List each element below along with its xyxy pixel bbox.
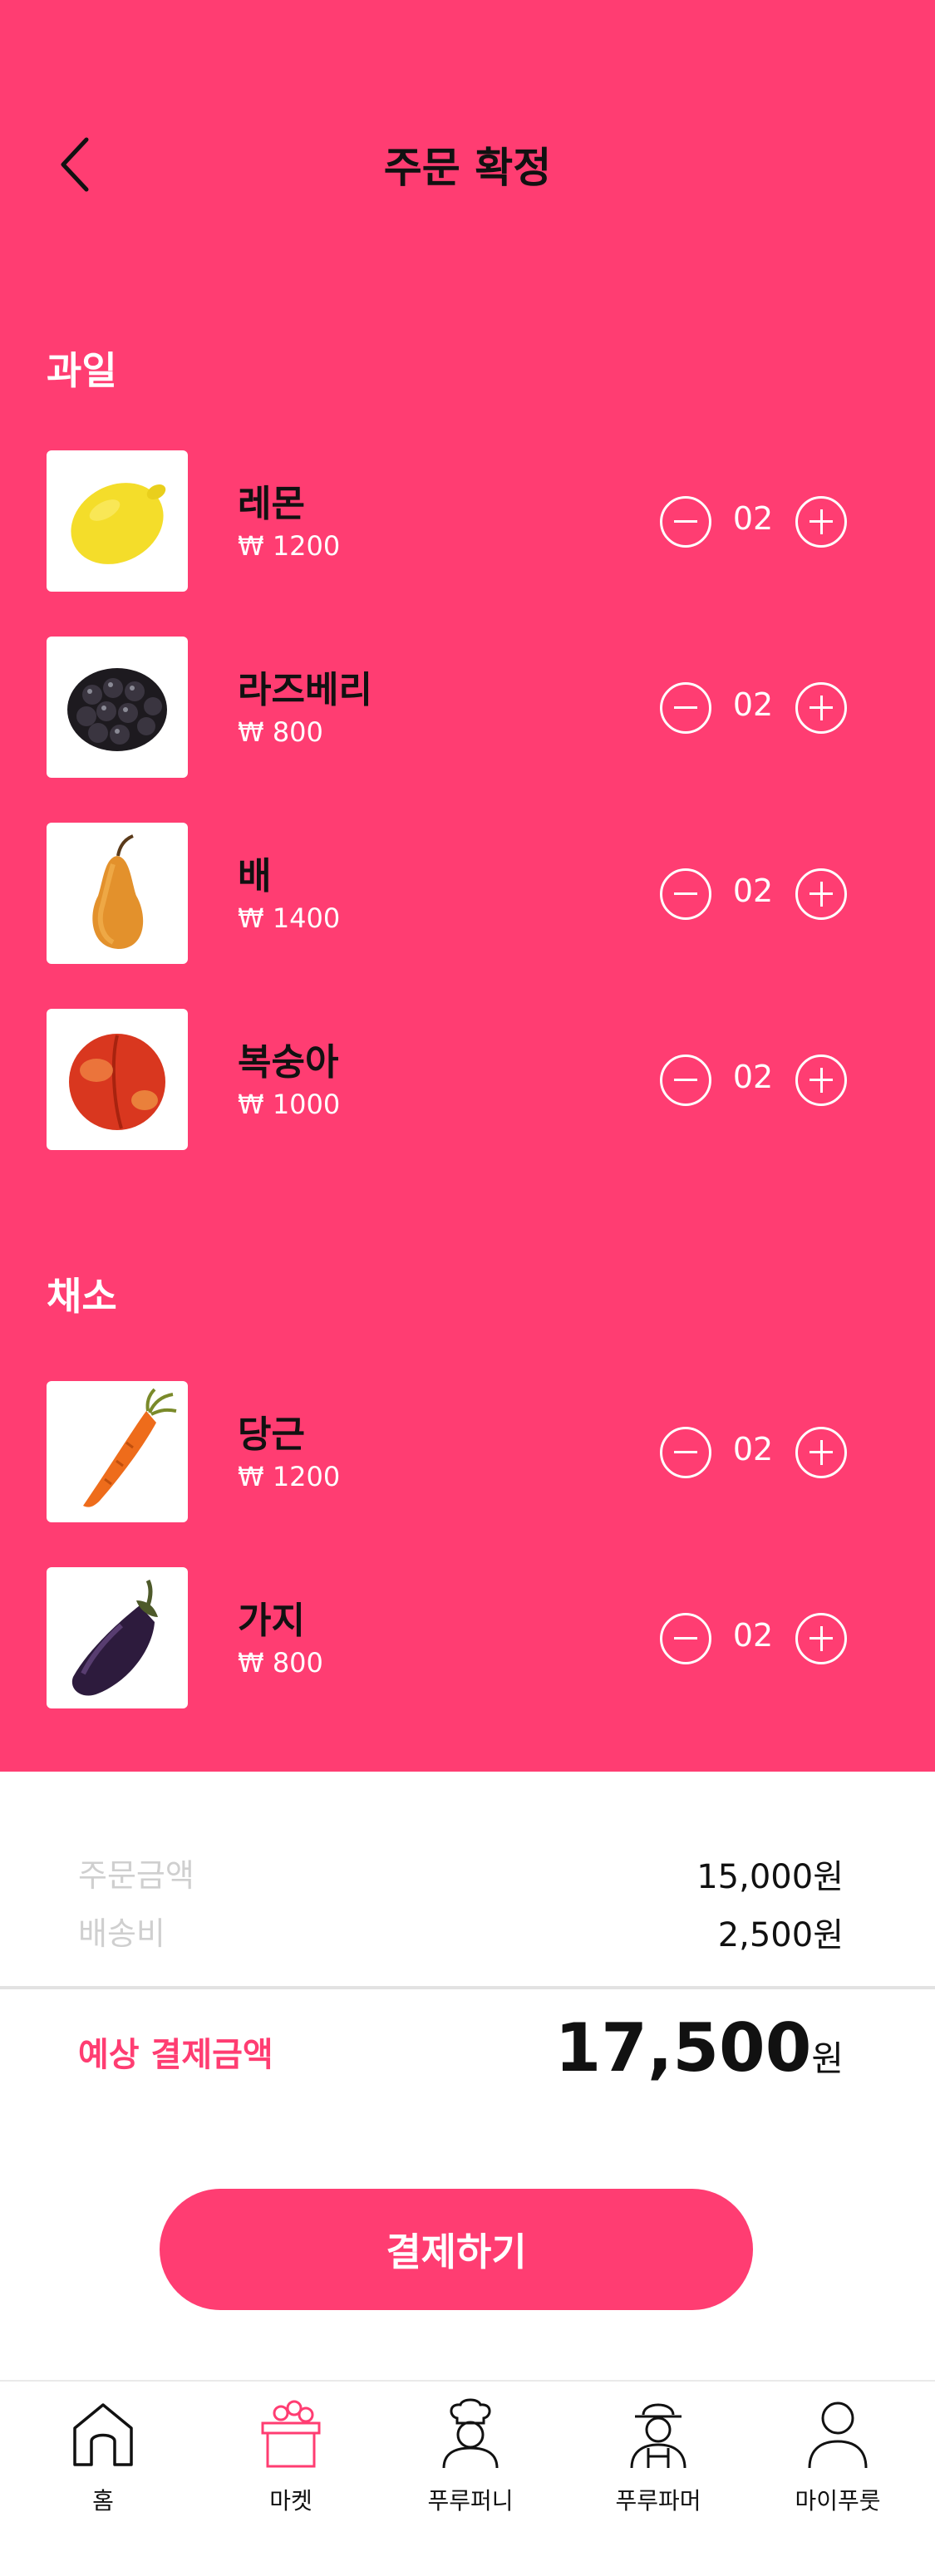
decrease-button[interactable]: [660, 1613, 711, 1664]
plus-icon-stroke: [819, 696, 823, 720]
section-title-vegetable: 채소: [47, 1274, 117, 1319]
decrease-button[interactable]: [660, 682, 711, 734]
nav-label: 마켓: [269, 2487, 312, 2515]
item-name: 레몬: [238, 483, 305, 525]
item-name: 복숭아: [238, 1041, 339, 1084]
pear-image: [47, 823, 188, 964]
peach-image: [47, 1009, 188, 1150]
expected-payment-amount: 17,500원: [555, 2009, 844, 2087]
plus-icon-stroke: [819, 1626, 823, 1651]
item-name: 당근: [238, 1413, 305, 1456]
nav-label: 마이푸룻: [795, 2487, 881, 2515]
list-item: 라즈베리 ₩ 800 02: [47, 637, 878, 778]
nav-farmer[interactable]: 푸루파머: [575, 2398, 741, 2523]
nav-my[interactable]: 마이푸룻: [755, 2398, 921, 2523]
divider: [0, 1986, 935, 1989]
nav-label: 푸루파머: [615, 2487, 701, 2515]
expected-payment-value: 17,500: [554, 2009, 812, 2087]
blackberry-image: [47, 637, 188, 778]
item-price: ₩ 1200: [238, 530, 341, 562]
order-amount-label: 주문금액: [78, 1857, 194, 1894]
pay-button[interactable]: 결제하기: [160, 2189, 753, 2310]
currency-unit: 원: [811, 2038, 844, 2079]
nav-home[interactable]: 홈: [20, 2398, 186, 2523]
shipping-fee-value: 2,500원: [717, 1916, 844, 1954]
item-name: 배: [238, 855, 272, 897]
increase-button[interactable]: [795, 868, 847, 920]
list-item: 당근 ₩ 1200 02: [47, 1381, 878, 1522]
minus-icon: [674, 892, 697, 895]
increase-button[interactable]: [795, 1613, 847, 1664]
home-icon: [73, 2403, 133, 2466]
minus-icon: [674, 520, 697, 523]
eggplant-image: [47, 1567, 188, 1708]
minus-icon: [674, 1079, 697, 1081]
item-price: ₩ 800: [238, 1647, 323, 1679]
item-name: 가지: [238, 1600, 305, 1642]
increase-button[interactable]: [795, 682, 847, 734]
quantity-value: 02: [732, 1059, 774, 1095]
chef-icon: [442, 2398, 499, 2469]
decrease-button[interactable]: [660, 496, 711, 548]
quantity-value: 02: [732, 686, 774, 723]
list-item: 가지 ₩ 800 02: [47, 1567, 878, 1708]
decrease-button[interactable]: [660, 1427, 711, 1478]
minus-icon: [674, 706, 697, 709]
plus-icon-stroke: [819, 882, 823, 907]
section-title-fruit: 과일: [47, 348, 117, 393]
increase-button[interactable]: [795, 1427, 847, 1478]
user-icon: [808, 2401, 868, 2469]
item-price: ₩ 1000: [238, 1089, 341, 1120]
item-price: ₩ 1200: [238, 1461, 341, 1492]
plus-icon-stroke: [819, 509, 823, 534]
farmer-icon: [630, 2403, 686, 2469]
item-price: ₩ 800: [238, 716, 323, 748]
page-title: 주문 확정: [383, 144, 552, 192]
carrot-image: [47, 1381, 188, 1522]
quantity-value: 02: [732, 873, 774, 909]
order-list-panel: 주문 확정 과일 레몬 ₩ 1200 02 라즈베리 ₩ 800 02 배 ₩ …: [0, 0, 935, 1772]
list-item: 배 ₩ 1400 02: [47, 823, 878, 964]
nav-chef[interactable]: 푸루퍼니: [387, 2398, 554, 2523]
decrease-button[interactable]: [660, 1054, 711, 1106]
increase-button[interactable]: [795, 1054, 847, 1106]
decrease-button[interactable]: [660, 868, 711, 920]
quantity-value: 02: [732, 1617, 774, 1654]
nav-market[interactable]: 마켓: [208, 2398, 374, 2523]
quantity-value: 02: [732, 500, 774, 537]
lemon-image: [47, 450, 188, 592]
minus-icon: [674, 1637, 697, 1639]
shipping-fee-label: 배송비: [78, 1915, 165, 1952]
quantity-value: 02: [732, 1431, 774, 1467]
list-item: 레몬 ₩ 1200 02: [47, 450, 878, 592]
nav-label: 푸루퍼니: [427, 2487, 514, 2515]
order-amount-value: 15,000원: [696, 1858, 844, 1896]
nav-label: 홈: [92, 2487, 114, 2515]
item-price: ₩ 1400: [238, 902, 341, 934]
minus-icon: [674, 1451, 697, 1453]
list-item: 복숭아 ₩ 1000 02: [47, 1009, 878, 1150]
bottom-nav: 홈 마켓 푸루퍼니 푸루파머 마이푸룻: [0, 2380, 935, 2576]
increase-button[interactable]: [795, 496, 847, 548]
item-name: 라즈베리: [238, 669, 372, 711]
expected-payment-label: 예상 결제금액: [78, 2036, 273, 2074]
plus-icon-stroke: [819, 1440, 823, 1465]
market-icon: [261, 2400, 321, 2468]
plus-icon-stroke: [819, 1068, 823, 1093]
